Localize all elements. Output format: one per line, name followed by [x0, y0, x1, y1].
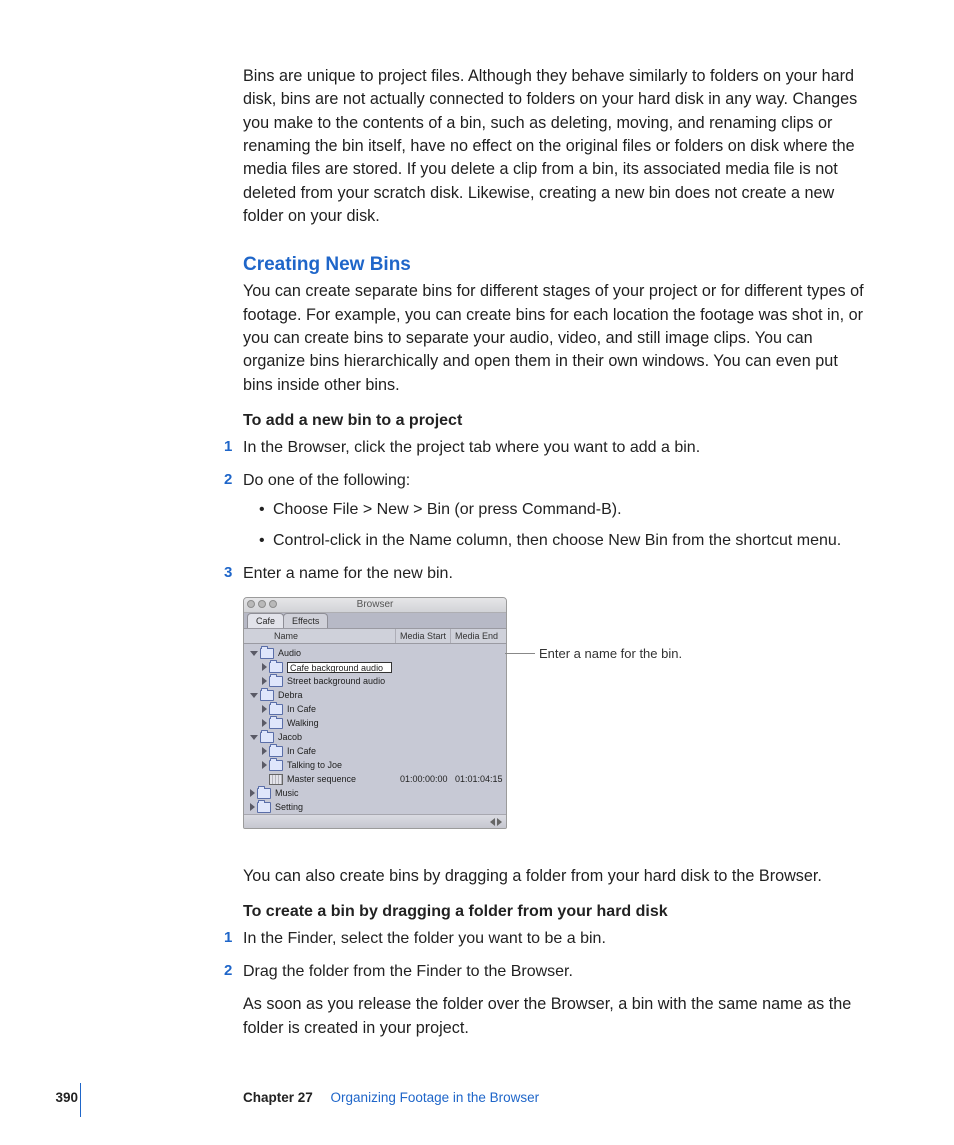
bin-icon [257, 788, 271, 799]
zoom-icon [269, 600, 277, 608]
chevron-down-icon[interactable] [250, 693, 258, 698]
minimize-icon [258, 600, 266, 608]
status-bar [244, 814, 506, 828]
chevron-right-icon[interactable] [250, 789, 255, 797]
row-in-cafe-2[interactable]: In Cafe [244, 744, 506, 758]
window-titlebar: Browser [244, 598, 506, 613]
page: Bins are unique to project files. Althou… [0, 0, 954, 1145]
task1-step-2-text: Do one of the following: [243, 472, 410, 489]
row-walking[interactable]: Walking [244, 716, 506, 730]
row-label: Talking to Joe [287, 760, 342, 770]
row-label: Setting [275, 802, 303, 812]
intro-paragraph: Bins are unique to project files. Althou… [243, 65, 868, 228]
chevron-down-icon[interactable] [250, 651, 258, 656]
bin-icon [269, 760, 283, 771]
chevron-right-icon[interactable] [262, 761, 267, 769]
row-label: Audio [278, 648, 301, 658]
task1-step-2-bullets: Choose File > New > Bin (or press Comman… [243, 498, 868, 552]
chevron-right-icon[interactable] [262, 677, 267, 685]
section-heading: Creating New Bins [243, 254, 868, 276]
row-label: In Cafe [287, 746, 316, 756]
col-media-start[interactable]: Media Start [396, 629, 451, 643]
chevron-right-icon[interactable] [262, 663, 267, 671]
screenshot: Browser Cafe Effects Name Media Start Me… [243, 597, 868, 847]
row-master[interactable]: Master sequence 01:00:00:00 01:01:04:15 [244, 772, 506, 786]
row-label: In Cafe [287, 704, 316, 714]
cell-media-start: 01:00:00:00 [396, 774, 451, 784]
tabs-row: Cafe Effects [244, 613, 506, 629]
row-setting[interactable]: Setting [244, 800, 506, 814]
row-music[interactable]: Music [244, 786, 506, 800]
row-label: Walking [287, 718, 319, 728]
column-headers: Name Media Start Media End [244, 629, 506, 644]
sequence-icon [269, 774, 283, 785]
browser-window: Browser Cafe Effects Name Media Start Me… [243, 597, 507, 829]
after-screenshot-para: You can also create bins by dragging a f… [243, 865, 868, 888]
footer-rule [80, 1083, 81, 1117]
rename-input[interactable]: Cafe background audio [287, 662, 392, 673]
row-street-bg[interactable]: Street background audio [244, 674, 506, 688]
closing-para: As soon as you release the folder over t… [243, 993, 868, 1040]
bin-icon [260, 732, 274, 743]
content-column: Bins are unique to project files. Althou… [243, 65, 868, 1055]
task2-step-2: Drag the folder from the Finder to the B… [243, 960, 868, 983]
bin-icon [269, 676, 283, 687]
task1-heading: To add a new bin to a project [243, 412, 868, 430]
callout-text: Enter a name for the bin. [539, 646, 682, 661]
close-icon [247, 600, 255, 608]
task2-step-1: In the Finder, select the folder you wan… [243, 927, 868, 950]
task1-steps: In the Browser, click the project tab wh… [243, 436, 868, 585]
bin-icon [269, 704, 283, 715]
row-label: Music [275, 788, 299, 798]
row-audio[interactable]: Audio [244, 646, 506, 660]
task2-heading: To create a bin by dragging a folder fro… [243, 903, 868, 921]
bin-icon [269, 718, 283, 729]
chevron-down-icon[interactable] [250, 735, 258, 740]
window-traffic-lights [247, 600, 277, 608]
chevron-right-icon[interactable] [262, 719, 267, 727]
bin-icon [269, 662, 283, 673]
chevron-right-icon[interactable] [262, 747, 267, 755]
window-title: Browser [357, 599, 394, 610]
scroll-left-icon[interactable] [490, 818, 495, 826]
task1-step-1: In the Browser, click the project tab wh… [243, 436, 868, 459]
tree: Audio Cafe background audio [244, 644, 506, 814]
row-in-cafe-1[interactable]: In Cafe [244, 702, 506, 716]
row-label: Master sequence [287, 774, 356, 784]
page-number: 390 [38, 1090, 78, 1105]
footer-chapter-title: Organizing Footage in the Browser [331, 1090, 540, 1105]
task1-bullet-2: Control-click in the Name column, then c… [259, 529, 868, 552]
section-paragraph: You can create separate bins for differe… [243, 280, 868, 397]
tab-effects[interactable]: Effects [283, 613, 328, 628]
row-cafe-bg[interactable]: Cafe background audio [244, 660, 506, 674]
bin-icon [257, 802, 271, 813]
bin-icon [260, 690, 274, 701]
task1-bullet-1: Choose File > New > Bin (or press Comman… [259, 498, 868, 521]
scroll-right-icon[interactable] [497, 818, 502, 826]
bin-icon [260, 648, 274, 659]
footer-text: Chapter 27 Organizing Footage in the Bro… [243, 1090, 539, 1105]
tab-cafe[interactable]: Cafe [247, 613, 284, 628]
footer-chapter: Chapter 27 [243, 1090, 313, 1105]
row-label: Debra [278, 690, 303, 700]
row-label: Street background audio [287, 676, 385, 686]
col-name[interactable]: Name [244, 629, 396, 643]
bin-icon [269, 746, 283, 757]
task1-step-3: Enter a name for the new bin. [243, 562, 868, 585]
cell-media-end: 01:01:04:15 [451, 774, 506, 784]
callout-leader [505, 653, 535, 654]
task1-step-2: Do one of the following: Choose File > N… [243, 469, 868, 552]
col-media-end[interactable]: Media End [451, 629, 506, 643]
chevron-right-icon[interactable] [262, 705, 267, 713]
chevron-right-icon[interactable] [250, 803, 255, 811]
row-talking[interactable]: Talking to Joe [244, 758, 506, 772]
task2-steps: In the Finder, select the folder you wan… [243, 927, 868, 983]
row-debra[interactable]: Debra [244, 688, 506, 702]
row-jacob[interactable]: Jacob [244, 730, 506, 744]
row-label: Jacob [278, 732, 302, 742]
